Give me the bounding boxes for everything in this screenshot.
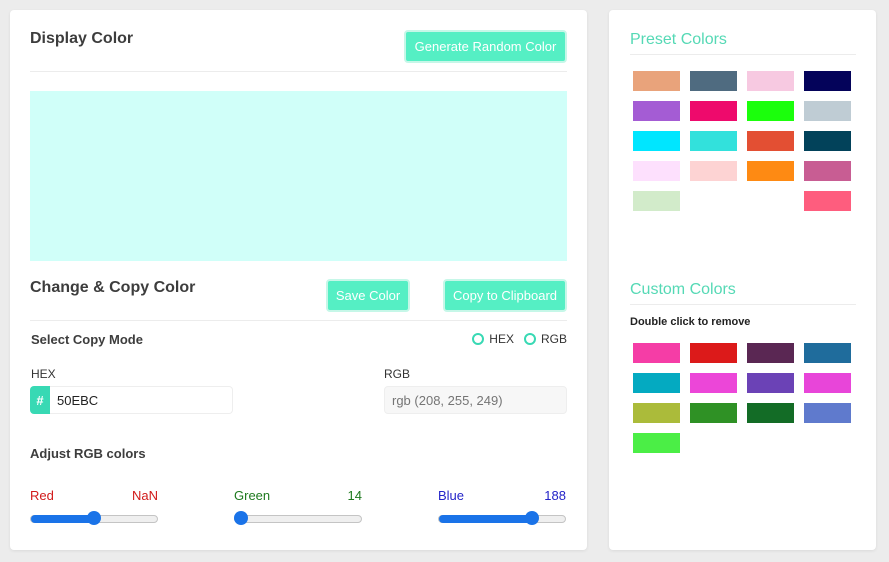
- preset-color-swatch[interactable]: [633, 131, 680, 151]
- hex-field-label: HEX: [31, 367, 56, 381]
- radio-rgb[interactable]: RGB: [523, 332, 567, 346]
- copy-mode-label: Select Copy Mode: [31, 332, 143, 347]
- custom-colors-grid: [633, 343, 851, 453]
- custom-color-swatch[interactable]: [747, 403, 794, 423]
- divider: [630, 54, 856, 55]
- generate-random-color-button[interactable]: Generate Random Color: [404, 30, 567, 63]
- custom-colors-hint: Double click to remove: [630, 316, 751, 328]
- custom-color-swatch[interactable]: [804, 403, 851, 423]
- preset-color-swatch[interactable]: [747, 101, 794, 121]
- green-slider-group: Green 14: [234, 488, 362, 525]
- save-color-button[interactable]: Save Color: [326, 279, 410, 312]
- adjust-rgb-title: Adjust RGB colors: [30, 446, 146, 461]
- radio-hex[interactable]: HEX: [472, 332, 514, 346]
- custom-color-swatch[interactable]: [633, 343, 680, 363]
- preset-color-swatch[interactable]: [690, 131, 737, 151]
- custom-color-swatch[interactable]: [690, 343, 737, 363]
- color-palettes-panel: Preset Colors Custom Colors Double click…: [609, 10, 876, 550]
- green-label: Green: [234, 488, 271, 503]
- red-label: Red: [30, 488, 54, 503]
- copy-mode-radio-group: HEX RGB: [462, 332, 567, 346]
- custom-color-swatch[interactable]: [633, 373, 680, 393]
- radio-rgb-label: RGB: [540, 332, 567, 346]
- custom-color-swatch[interactable]: [747, 343, 794, 363]
- custom-colors-title: Custom Colors: [630, 281, 736, 298]
- hex-input[interactable]: [50, 386, 233, 414]
- divider: [30, 320, 567, 321]
- custom-color-swatch[interactable]: [633, 433, 680, 453]
- preset-color-swatch[interactable]: [633, 161, 680, 181]
- red-slider-group: Red NaN: [30, 488, 158, 525]
- green-value: 14: [347, 488, 362, 503]
- custom-color-swatch[interactable]: [804, 343, 851, 363]
- rgb-field-label: RGB: [384, 367, 411, 381]
- divider: [30, 71, 567, 72]
- custom-color-swatch[interactable]: [747, 373, 794, 393]
- custom-color-swatch[interactable]: [804, 373, 851, 393]
- blue-slider-fill: [439, 515, 533, 523]
- change-copy-title: Change & Copy Color: [30, 279, 196, 296]
- preset-color-swatch[interactable]: [633, 101, 680, 121]
- blue-slider-thumb[interactable]: [525, 511, 540, 525]
- red-value: NaN: [131, 488, 158, 503]
- blue-slider[interactable]: [438, 511, 566, 525]
- preset-color-swatch[interactable]: [804, 101, 851, 121]
- radio-hex-label: HEX: [489, 332, 514, 346]
- preset-color-swatch[interactable]: [804, 191, 851, 211]
- radio-circle-icon: [472, 333, 485, 345]
- preset-color-swatch[interactable]: [747, 161, 794, 181]
- copy-to-clipboard-button[interactable]: Copy to Clipboard: [443, 279, 567, 312]
- color-editor-panel: Display Color Generate Random Color Chan…: [10, 10, 587, 550]
- rgb-output-field[interactable]: [384, 386, 567, 414]
- hash-prefix: #: [30, 386, 50, 414]
- color-display-swatch: [30, 91, 567, 261]
- preset-color-swatch[interactable]: [690, 101, 737, 121]
- preset-colors-grid: [633, 71, 851, 211]
- custom-color-swatch[interactable]: [690, 373, 737, 393]
- preset-color-swatch[interactable]: [747, 71, 794, 91]
- blue-value: 188: [544, 488, 566, 503]
- display-color-title: Display Color: [30, 30, 134, 47]
- preset-color-swatch[interactable]: [804, 161, 851, 181]
- preset-color-swatch[interactable]: [633, 191, 680, 211]
- red-slider-thumb[interactable]: [87, 511, 101, 525]
- blue-slider-group: Blue 188: [438, 488, 566, 525]
- preset-color-swatch[interactable]: [690, 161, 737, 181]
- blue-label: Blue: [438, 488, 465, 503]
- preset-colors-title: Preset Colors: [630, 31, 727, 48]
- red-slider[interactable]: [30, 511, 158, 525]
- green-slider[interactable]: [234, 511, 362, 525]
- custom-color-swatch[interactable]: [633, 403, 680, 423]
- divider: [630, 304, 856, 305]
- preset-color-swatch[interactable]: [804, 71, 851, 91]
- green-slider-thumb[interactable]: [234, 511, 249, 525]
- preset-color-swatch[interactable]: [747, 131, 794, 151]
- red-slider-fill: [31, 515, 94, 523]
- preset-color-swatch[interactable]: [633, 71, 680, 91]
- custom-color-swatch[interactable]: [690, 403, 737, 423]
- radio-circle-icon: [523, 333, 536, 345]
- preset-color-swatch[interactable]: [804, 131, 851, 151]
- preset-color-swatch[interactable]: [690, 71, 737, 91]
